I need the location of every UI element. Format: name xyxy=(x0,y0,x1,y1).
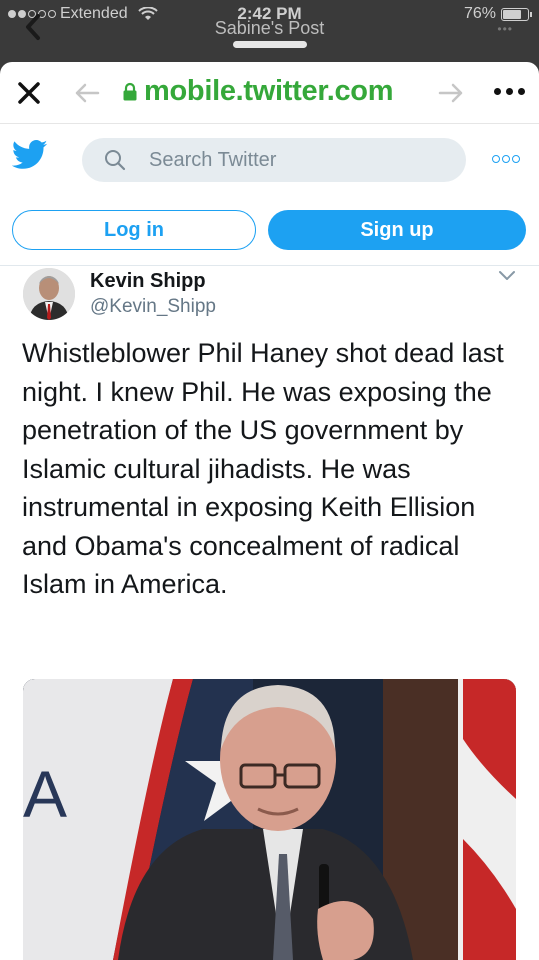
signup-button[interactable]: Sign up xyxy=(268,210,526,250)
avatar-image xyxy=(23,268,75,320)
title-more-icon[interactable]: ••• xyxy=(497,22,513,36)
tweet-text: Whistleblower Phil Haney shot dead last … xyxy=(22,338,504,599)
url-bar: mobile.twitter.com xyxy=(0,62,539,124)
author-handle[interactable]: @Kevin_Shipp xyxy=(90,296,216,318)
divider xyxy=(0,265,539,266)
chevron-down-icon[interactable] xyxy=(498,270,516,282)
media-letter: A xyxy=(23,757,67,831)
url-text[interactable]: mobile.twitter.com xyxy=(144,75,394,108)
login-button[interactable]: Log in xyxy=(12,210,256,250)
more-icon[interactable] xyxy=(494,88,525,95)
avatar[interactable] xyxy=(23,268,75,320)
lock-icon xyxy=(123,82,137,101)
search-placeholder: Search Twitter xyxy=(149,149,277,171)
sheet-grabber[interactable] xyxy=(233,41,307,48)
twitter-more-icon[interactable] xyxy=(492,155,520,163)
twitter-bird-icon[interactable] xyxy=(12,140,48,170)
search-input[interactable]: Search Twitter xyxy=(82,138,466,182)
nav-back-icon[interactable] xyxy=(74,82,100,104)
close-icon[interactable] xyxy=(16,80,42,106)
status-bar: Extended 2:42 PM 76% Sabine's Post ••• xyxy=(0,0,539,62)
page-title: Sabine's Post xyxy=(214,18,325,38)
browser-sheet: mobile.twitter.com Search Twitter Log in… xyxy=(0,62,539,960)
author-name[interactable]: Kevin Shipp xyxy=(90,270,206,293)
search-icon xyxy=(105,150,126,171)
tweet-photo: A xyxy=(23,679,516,960)
tweet-media[interactable]: A xyxy=(23,679,516,960)
nav-forward-icon[interactable] xyxy=(438,82,464,104)
